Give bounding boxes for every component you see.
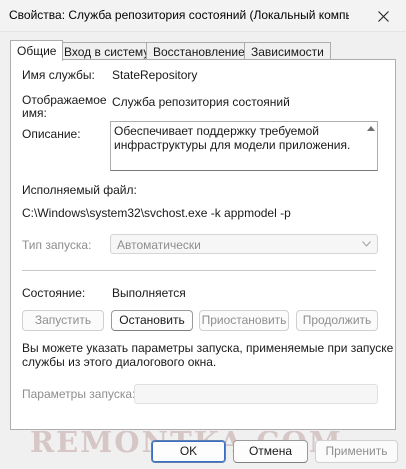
startup-type-label: Тип запуска: xyxy=(22,238,92,252)
status-label: Состояние: xyxy=(22,286,86,300)
apply-button[interactable]: Применить xyxy=(315,440,398,463)
tab-dependencies[interactable]: Зависимости xyxy=(244,42,331,60)
service-name-value: StateRepository xyxy=(112,68,198,82)
service-name-label: Имя службы: xyxy=(22,68,95,82)
description-box[interactable]: Обеспечивает поддержку требуемой инфраст… xyxy=(110,121,378,171)
tab-general[interactable]: Общие xyxy=(10,40,64,61)
pause-button[interactable]: Приостановить xyxy=(199,310,289,331)
display-name-label-cont: имя: xyxy=(22,106,47,120)
description-text: Обеспечивает поддержку требуемой инфраст… xyxy=(114,124,351,152)
dialog-footer: REMONTKA.COM OK Отмена Применить xyxy=(0,431,406,469)
tab-logon[interactable]: Вход в систему xyxy=(57,42,157,60)
resume-button[interactable]: Продолжить xyxy=(296,310,378,331)
hint-text-line-2: службы из этого диалогового окна. xyxy=(22,355,217,369)
start-button[interactable]: Запустить xyxy=(22,310,104,331)
start-params-input[interactable] xyxy=(134,384,378,404)
display-name-label: Отображаемое xyxy=(22,93,107,107)
hint-text-line-1: Вы можете указать параметры запуска, при… xyxy=(22,341,394,355)
ok-button[interactable]: OK xyxy=(151,440,226,463)
close-button[interactable] xyxy=(368,3,398,29)
start-params-label: Параметры запуска: xyxy=(22,387,136,401)
status-value: Выполняется xyxy=(112,286,186,300)
tab-strip: Общие Вход в систему Восстановление Зави… xyxy=(10,40,396,61)
cancel-button[interactable]: Отмена xyxy=(233,440,308,463)
tab-recovery[interactable]: Восстановление xyxy=(146,42,252,60)
window-title: Свойства: Служба репозитория состояний (… xyxy=(9,8,349,22)
close-icon xyxy=(377,10,389,22)
title-bar: Свойства: Служба репозитория состояний (… xyxy=(0,0,406,32)
scroll-up-icon[interactable] xyxy=(367,125,375,131)
display-name-value: Служба репозитория состояний xyxy=(112,95,290,109)
description-label: Описание: xyxy=(22,127,81,141)
divider xyxy=(22,270,376,271)
exe-path: C:\Windows\system32\svchost.exe -k appmo… xyxy=(22,206,291,220)
exe-label: Исполняемый файл: xyxy=(22,183,137,197)
startup-type-value: Автоматически xyxy=(117,238,201,252)
stop-button[interactable]: Остановить xyxy=(111,310,193,331)
startup-type-combo[interactable]: Автоматически xyxy=(110,234,378,254)
chevron-down-icon xyxy=(362,241,371,247)
